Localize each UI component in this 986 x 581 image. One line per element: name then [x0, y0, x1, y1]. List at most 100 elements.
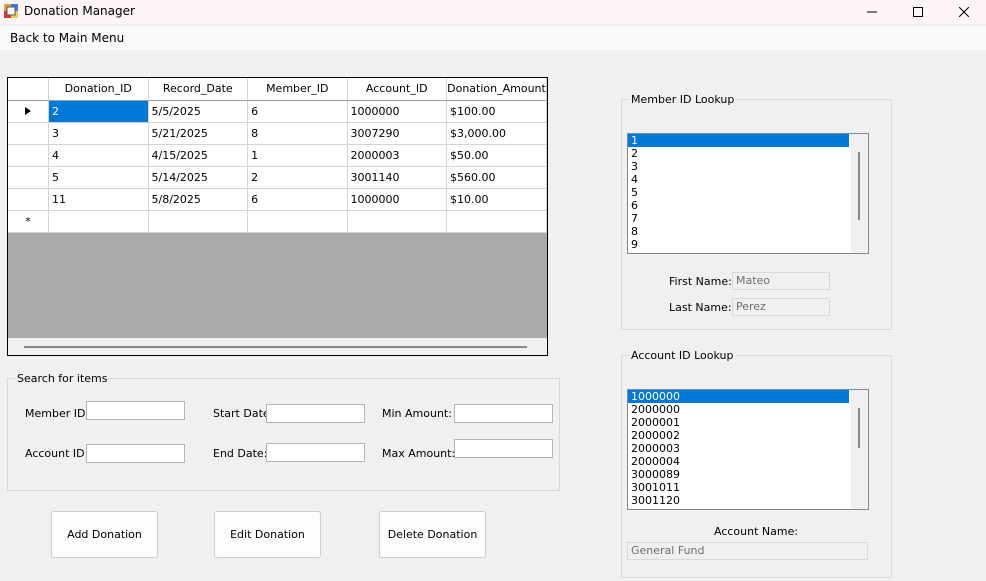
list-item[interactable]: 6	[628, 199, 849, 212]
member-id-search-input[interactable]	[86, 401, 185, 420]
list-item[interactable]: 9	[628, 238, 849, 251]
corner-header[interactable]	[8, 78, 49, 101]
first-name-label: First Name:	[669, 275, 732, 288]
add-donation-button[interactable]: Add Donation	[51, 511, 158, 558]
table-cell[interactable]: 5/14/2025	[148, 166, 249, 189]
list-item[interactable]: 2000002	[628, 429, 849, 442]
table-cell[interactable]: 5	[48, 166, 149, 189]
menu-bar: Back to Main Menu	[0, 26, 986, 50]
table-cell[interactable]: $100.00	[446, 100, 547, 123]
list-item[interactable]: 5	[628, 186, 849, 199]
maximize-button[interactable]	[895, 0, 941, 24]
column-header-member-id[interactable]: Member_ID	[247, 78, 348, 101]
min-amount-input[interactable]	[454, 404, 553, 423]
vertical-scrollbar[interactable]	[851, 390, 868, 509]
table-cell[interactable]: 6	[247, 188, 348, 211]
title-bar: Donation Manager	[0, 0, 986, 24]
table-cell[interactable]: 3001140	[347, 166, 447, 189]
table-row[interactable]: 5 5/14/2025 2 3001140 $560.00	[8, 166, 547, 189]
table-cell[interactable]: $560.00	[446, 166, 547, 189]
scrollbar-thumb[interactable]	[858, 152, 860, 220]
vertical-scrollbar[interactable]	[851, 134, 868, 253]
back-to-main-menu[interactable]: Back to Main Menu	[10, 31, 124, 45]
account-name-label: Account Name:	[714, 525, 799, 538]
account-id-search-input[interactable]	[86, 444, 185, 463]
start-date-input[interactable]	[266, 404, 365, 423]
list-item[interactable]: 2000003	[628, 442, 849, 455]
table-row[interactable]: 3 5/21/2025 8 3007290 $3,000.00	[8, 122, 547, 145]
column-header-donation-id[interactable]: Donation_ID	[48, 78, 149, 101]
list-item[interactable]: 1	[628, 134, 849, 147]
new-row[interactable]: *	[8, 210, 547, 233]
list-item[interactable]: 2000000	[628, 403, 849, 416]
table-cell[interactable]: 1000000	[347, 188, 447, 211]
table-cell[interactable]: 4/15/2025	[148, 144, 249, 167]
donations-grid[interactable]: Donation_ID Record_Date Member_ID Accoun…	[7, 77, 548, 356]
table-cell[interactable]: 3	[48, 122, 149, 145]
table-cell[interactable]: 6	[247, 100, 348, 123]
row-header[interactable]	[8, 188, 49, 211]
table-cell[interactable]: 1000000	[347, 100, 447, 123]
table-cell[interactable]: $10.00	[446, 188, 547, 211]
account-lookup-title: Account ID Lookup	[629, 349, 736, 362]
row-header[interactable]	[8, 166, 49, 189]
close-button[interactable]	[941, 0, 986, 24]
row-header[interactable]	[8, 144, 49, 167]
column-header-donation-amount[interactable]: Donation_Amount	[446, 78, 547, 101]
list-item[interactable]: 8	[628, 225, 849, 238]
list-item[interactable]: 7	[628, 212, 849, 225]
table-row[interactable]: 11 5/8/2025 6 1000000 $10.00	[8, 188, 547, 211]
edit-donation-button[interactable]: Edit Donation	[214, 511, 321, 558]
table-cell[interactable]: 11	[48, 188, 149, 211]
new-row-marker[interactable]: *	[8, 210, 49, 233]
table-cell[interactable]: 5/8/2025	[148, 188, 249, 211]
list-item[interactable]: 1000000	[628, 390, 849, 403]
table-cell[interactable]: 5/21/2025	[148, 122, 249, 145]
member-id-listbox[interactable]: 1 2 3 4 5 6 7 8 9	[627, 133, 869, 254]
table-row[interactable]: 2 5/5/2025 6 1000000 $100.00	[8, 100, 547, 123]
list-item[interactable]: 2	[628, 147, 849, 160]
table-cell[interactable]: 5/5/2025	[148, 100, 249, 123]
table-cell[interactable]: 8	[247, 122, 348, 145]
app-icon	[4, 4, 18, 18]
table-cell[interactable]: 3007290	[347, 122, 447, 145]
column-header-record-date[interactable]: Record_Date	[148, 78, 249, 101]
end-date-input[interactable]	[266, 443, 365, 462]
table-cell[interactable]: 2	[247, 166, 348, 189]
row-header[interactable]	[8, 100, 49, 123]
list-item[interactable]: 3000089	[628, 468, 849, 481]
table-cell[interactable]	[148, 210, 249, 233]
list-item[interactable]: 3	[628, 160, 849, 173]
max-amount-label: Max Amount:	[382, 447, 456, 460]
list-item[interactable]: 3001011	[628, 481, 849, 494]
table-cell[interactable]: 2000003	[347, 144, 447, 167]
list-item[interactable]: 3001120	[628, 494, 849, 507]
table-cell[interactable]	[247, 210, 348, 233]
minimize-button[interactable]	[849, 0, 895, 24]
list-item[interactable]: 2000001	[628, 416, 849, 429]
max-amount-input[interactable]	[454, 439, 553, 458]
table-cell[interactable]: 1	[247, 144, 348, 167]
account-id-listbox[interactable]: 1000000 2000000 2000001 2000002 2000003 …	[627, 389, 869, 510]
member-lookup-title: Member ID Lookup	[629, 93, 737, 106]
table-cell[interactable]: $3,000.00	[446, 122, 547, 145]
scrollbar-thumb[interactable]	[858, 408, 860, 448]
table-cell[interactable]	[48, 210, 149, 233]
min-amount-label: Min Amount:	[382, 407, 452, 420]
horizontal-scrollbar[interactable]	[8, 338, 547, 355]
scrollbar-thumb[interactable]	[24, 346, 527, 348]
last-name-field: Perez	[732, 298, 830, 316]
list-item[interactable]: 2000004	[628, 455, 849, 468]
table-cell[interactable]	[347, 210, 447, 233]
last-name-label: Last Name:	[669, 301, 732, 314]
column-header-account-id[interactable]: Account_ID	[347, 78, 447, 101]
row-header[interactable]	[8, 122, 49, 145]
member-lookup-groupbox: Member ID Lookup 1 2 3 4 5 6 7 8 9 First…	[621, 93, 892, 330]
table-row[interactable]: 4 4/15/2025 1 2000003 $50.00	[8, 144, 547, 167]
table-cell[interactable]: 4	[48, 144, 149, 167]
list-item[interactable]: 4	[628, 173, 849, 186]
delete-donation-button[interactable]: Delete Donation	[379, 511, 486, 558]
table-cell[interactable]: $50.00	[446, 144, 547, 167]
table-cell[interactable]: 2	[48, 100, 149, 123]
table-cell[interactable]	[446, 210, 547, 233]
